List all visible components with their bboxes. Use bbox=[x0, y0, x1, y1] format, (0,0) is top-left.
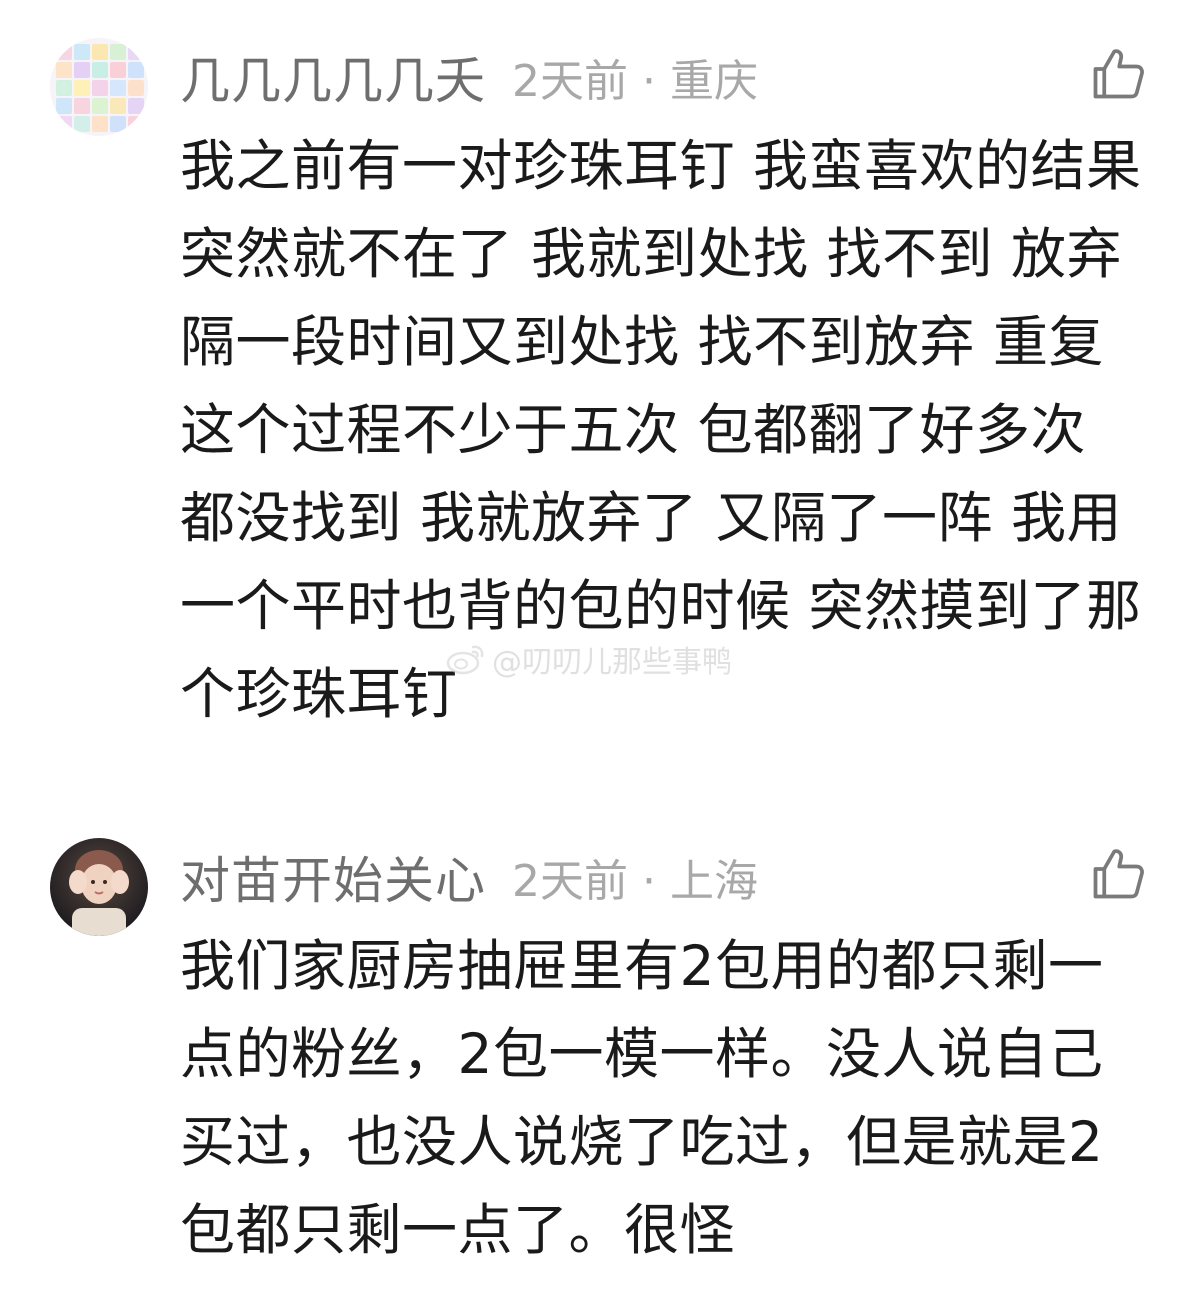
like-button[interactable] bbox=[1088, 44, 1148, 104]
avatar[interactable] bbox=[50, 38, 148, 136]
weibo-logo-icon bbox=[446, 645, 484, 675]
watermark: @叨叨儿那些事鸭 bbox=[446, 638, 732, 680]
thumbs-up-icon bbox=[1093, 49, 1144, 99]
username[interactable]: 对苗开始关心 bbox=[180, 841, 486, 913]
username[interactable]: 几几几几几夭 bbox=[180, 41, 486, 113]
thumbs-up-icon bbox=[1093, 849, 1144, 899]
person-photo-avatar-icon bbox=[50, 838, 148, 936]
timestamp: 2天前 bbox=[512, 56, 628, 107]
comment-header: 几几几几几夭 2天前 · 重庆 bbox=[180, 42, 758, 112]
comment-meta: 2天前 · 上海 bbox=[512, 845, 758, 909]
location: 重庆 bbox=[670, 56, 758, 107]
watermark-text: @叨叨儿那些事鸭 bbox=[492, 645, 732, 680]
like-button[interactable] bbox=[1088, 844, 1148, 904]
meta-separator: · bbox=[642, 856, 656, 907]
pastel-grid-avatar-icon bbox=[50, 38, 148, 136]
meta-separator: · bbox=[642, 56, 656, 107]
timestamp: 2天前 bbox=[512, 856, 628, 907]
comment-header: 对苗开始关心 2天前 · 上海 bbox=[180, 842, 758, 912]
avatar[interactable] bbox=[50, 838, 148, 936]
location: 上海 bbox=[670, 856, 758, 907]
comment-meta: 2天前 · 重庆 bbox=[512, 45, 758, 109]
comment-text: 我们家厨房抽屉里有2包用的都只剩一点的粉丝，2包一模一样。没人说自己买过，也没人… bbox=[180, 934, 1104, 1262]
